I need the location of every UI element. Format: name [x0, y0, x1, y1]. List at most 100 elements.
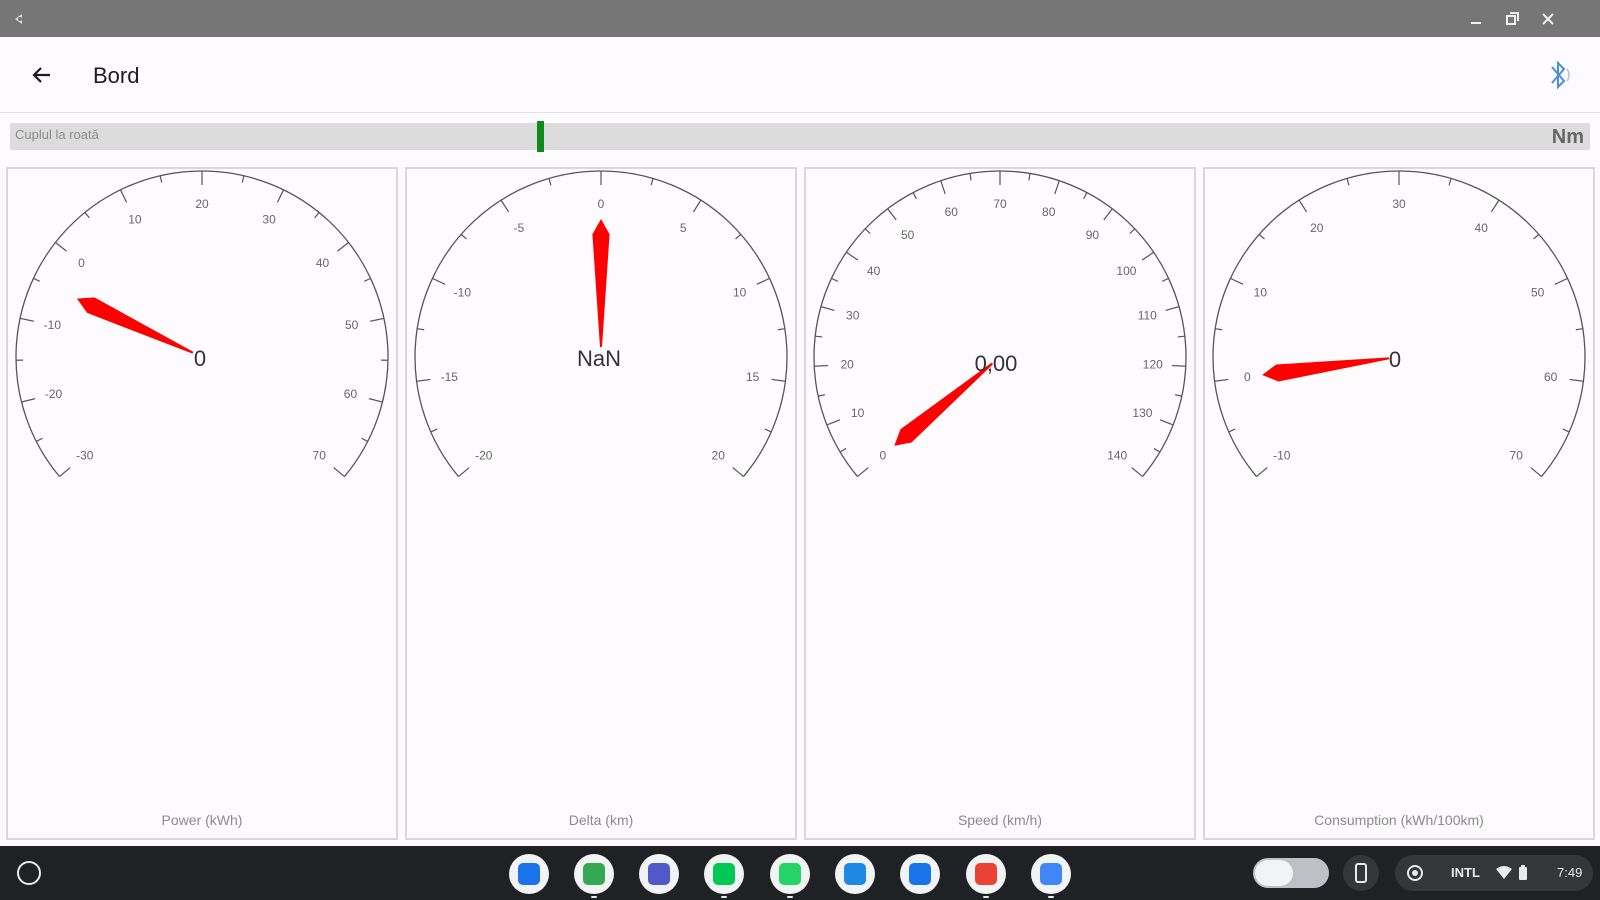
- running-indicator: [721, 896, 727, 898]
- major-tick: [1569, 378, 1584, 382]
- mode-toggle[interactable]: [1253, 858, 1329, 888]
- tick-label: 30: [1392, 197, 1406, 211]
- home-icon: [844, 863, 866, 885]
- window-title-bar: [0, 0, 1600, 37]
- tick-label: 90: [1086, 228, 1100, 242]
- clock: 7:49: [1557, 865, 1583, 880]
- tick-label: 60: [344, 387, 358, 401]
- major-tick: [432, 277, 446, 285]
- minor-tick: [735, 233, 742, 240]
- gauge-arc: [15, 170, 389, 477]
- minor-tick: [1215, 328, 1223, 331]
- major-tick: [21, 398, 36, 403]
- chrome-icon: [583, 863, 605, 885]
- docs-icon: [1040, 863, 1062, 885]
- files-app[interactable]: [509, 854, 549, 894]
- power-gauge: -30 -20 -10 0 10 20 30 40 50 60 70 0 Power (kWh): [6, 167, 398, 840]
- major-tick: [458, 467, 470, 478]
- tick-label: 0: [78, 256, 85, 270]
- tick-label: 80: [1042, 205, 1056, 219]
- phone-icon: [1355, 863, 1367, 883]
- launcher-button[interactable]: [17, 861, 41, 885]
- minor-tick: [831, 277, 839, 282]
- major-tick: [1103, 208, 1113, 221]
- minimize-icon[interactable]: [1467, 10, 1485, 28]
- gauge-needle: [76, 297, 194, 354]
- minor-tick: [1228, 428, 1236, 433]
- bluetooth-icon[interactable]: [1544, 57, 1574, 93]
- tick-label: 50: [345, 318, 359, 332]
- phone-hub-button[interactable]: [1343, 855, 1379, 891]
- minor-tick: [1174, 394, 1182, 397]
- close-icon[interactable]: [1539, 10, 1557, 28]
- major-tick: [55, 242, 67, 252]
- major-tick: [1554, 277, 1568, 285]
- tick-label: 5: [680, 221, 687, 235]
- tick-label: 60: [945, 205, 959, 219]
- minor-tick: [430, 428, 438, 433]
- tick-label: 0: [1244, 370, 1251, 384]
- minor-tick: [361, 437, 368, 442]
- power-gauge-dial: -30 -20 -10 0 10 20 30 40 50 60 70 0: [15, 170, 389, 478]
- major-tick: [756, 277, 770, 285]
- major-tick: [1530, 467, 1542, 478]
- status-tray[interactable]: INTL 7:49: [1395, 855, 1593, 891]
- docs-app[interactable]: [1031, 854, 1071, 898]
- running-indicator: [1048, 896, 1054, 898]
- major-tick: [826, 419, 841, 426]
- settings-dot-icon: [1407, 865, 1423, 881]
- major-tick: [771, 378, 786, 382]
- running-indicator: [983, 896, 989, 898]
- tick-label: 20: [841, 358, 855, 372]
- home-app[interactable]: [835, 854, 875, 894]
- tick-label: 40: [867, 264, 881, 278]
- major-tick: [1256, 467, 1268, 478]
- minor-tick: [777, 328, 785, 331]
- tick-label: 10: [128, 212, 142, 226]
- tick-label: -10: [1273, 448, 1291, 462]
- minor-tick: [460, 233, 467, 240]
- minor-tick: [839, 447, 847, 453]
- gauge-caption: Speed (km/h): [957, 812, 1043, 828]
- minor-tick: [548, 178, 552, 186]
- tick-label: -15: [441, 370, 459, 384]
- major-tick: [1165, 306, 1180, 311]
- app-header: Bord: [0, 37, 1600, 113]
- chrome-app[interactable]: [574, 854, 614, 898]
- play-store-icon: [713, 863, 735, 885]
- gmail-app[interactable]: [966, 854, 1006, 898]
- minor-tick: [36, 437, 43, 442]
- tick-label: 0: [598, 197, 605, 211]
- minor-tick: [314, 212, 320, 219]
- whatsapp-icon: [779, 863, 801, 885]
- delta-gauge-dial: -20 -15 -10 -5 0 5 10 15 20 NaN: [414, 170, 788, 478]
- major-tick: [337, 242, 349, 252]
- major-tick: [19, 317, 34, 322]
- major-tick: [333, 467, 345, 478]
- major-tick: [1230, 277, 1244, 285]
- consumption-gauge: -10 0 10 20 30 40 50 60 70 0 Consumption (kWh/100…: [1203, 167, 1595, 840]
- whatsapp-app[interactable]: [770, 854, 810, 898]
- gauge-readout: 0: [1389, 347, 1401, 372]
- minor-tick: [417, 328, 425, 331]
- major-tick: [370, 317, 385, 322]
- tick-label: 110: [1138, 309, 1157, 323]
- restore-icon[interactable]: [1503, 10, 1521, 28]
- speed-gauge-dial: 0 10 20 30 40 50 60 70 80 90 100 110 120 130 140 0,00: [813, 170, 1187, 478]
- minor-tick: [1575, 328, 1583, 331]
- minor-tick: [1129, 228, 1136, 235]
- minor-tick: [1258, 233, 1265, 240]
- play-store-app[interactable]: [704, 854, 744, 898]
- back-arrow-icon[interactable]: [28, 61, 56, 89]
- minor-tick: [764, 428, 772, 433]
- minor-tick: [818, 394, 826, 397]
- messages-app[interactable]: [900, 854, 940, 894]
- major-tick: [814, 364, 829, 367]
- toggle-knob: [1255, 860, 1293, 886]
- major-tick: [857, 467, 869, 478]
- torque-marker: [537, 121, 544, 152]
- tick-label: 60: [1544, 370, 1558, 384]
- tick-label: -20: [45, 387, 63, 401]
- teams-app[interactable]: [639, 854, 679, 894]
- minor-tick: [969, 173, 972, 181]
